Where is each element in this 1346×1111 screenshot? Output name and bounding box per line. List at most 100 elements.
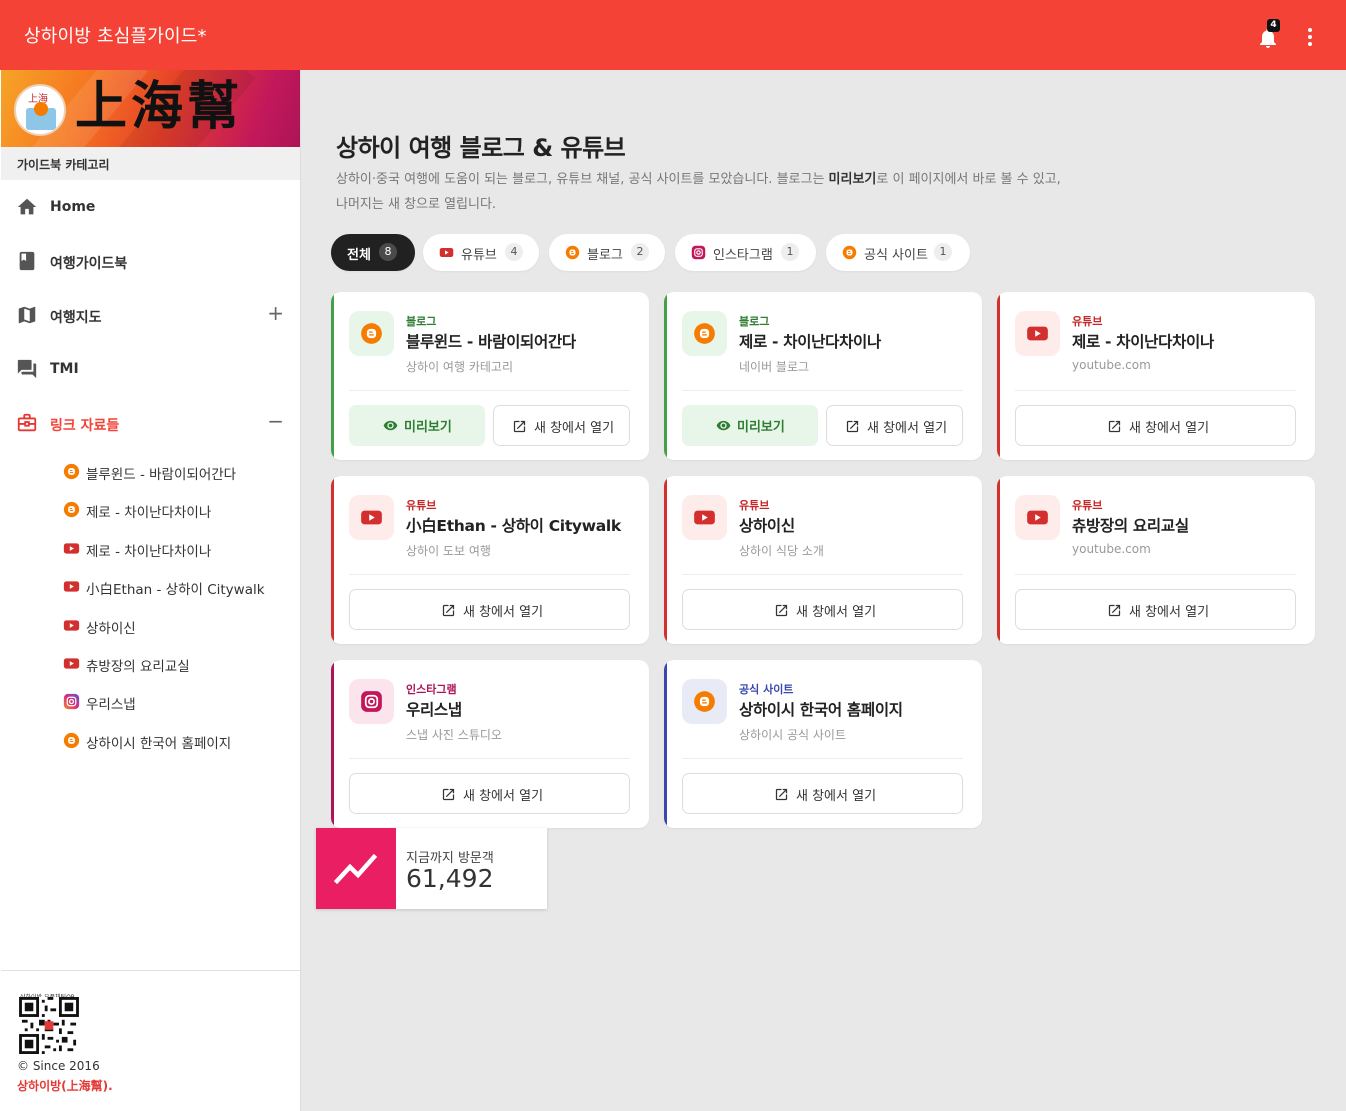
card-subtitle: youtube.com [1072,542,1151,556]
blogger-icon [63,732,80,748]
sidebar-link-zero-blog[interactable]: 제로 - 차이난다차이나 [0,490,300,528]
filter-count: 8 [379,243,397,261]
notification-badge: 4 [1267,19,1280,32]
youtube-icon [694,510,715,525]
category-header: 가이드북 카테고리 [1,147,300,180]
sidebar-item-tmi[interactable]: TMI [0,342,300,396]
brand-link[interactable]: 상하이방(上海幫). [17,1077,113,1094]
page-description: 상하이·중국 여행에 도움이 되는 블로그, 유튜브 채널, 공식 사이트를 모… [336,172,1061,212]
open-new-window-button[interactable]: 새 창에서 열기 [1015,405,1296,446]
open-new-window-button[interactable]: 새 창에서 열기 [1015,589,1296,630]
sidebar-item-home[interactable]: Home [0,180,300,234]
open-in-new-icon [846,420,859,433]
card-icon [1015,311,1060,356]
youtube-icon [63,543,80,554]
card-subtitle: 상하이 여행 카테고리 [406,360,513,374]
sidebar-link-woorisnap-instagram[interactable]: 우리스냅 [0,682,300,720]
expand-icon[interactable]: + [267,303,284,323]
filter-count: 1 [934,243,952,261]
sidebar-link-shanghai-official[interactable]: 상하이시 한국어 홈페이지 [0,721,300,759]
sidebar-item-links[interactable]: 링크 자료들 − [0,396,300,450]
sidebar-item-map[interactable]: 여행지도 + [0,288,300,342]
card-tag: 블로그 [406,315,437,328]
more-vert-icon [1308,28,1312,32]
eye-icon [383,420,398,431]
sidebar-link-ethan-youtube[interactable]: 小白Ethan - 상하이 Citywalk [0,567,300,605]
card-icon [349,311,394,356]
sidebar-link-shanghaishin-youtube[interactable]: 상하이신 [0,606,300,644]
app-title[interactable]: 상하이방 초심플가이드* [24,22,207,48]
collapse-icon[interactable]: − [267,411,284,431]
link-card-shanghai-official: 공식 사이트 상하이시 한국어 홈페이지 상하이시 공식 사이트 새 창에서 열… [664,660,982,828]
open-new-window-button[interactable]: 새 창에서 열기 [493,405,630,446]
card-title: 상하이신 [739,517,795,535]
card-title: 제로 - 차이난다차이나 [739,333,881,351]
eye-icon [716,420,731,431]
blogger-icon [694,323,715,344]
sidebar-item-guidebook[interactable]: 여행가이드북 [0,234,300,288]
instagram-icon [63,694,80,710]
card-icon [349,679,394,724]
blogger-icon [361,323,382,344]
brand-logo: 上海 [14,84,66,136]
sidebar-banner[interactable]: 上海 上海幫 [1,70,300,147]
card-subtitle: 네이버 블로그 [739,360,810,374]
main-content: 상하이 여행 블로그 & 유튜브 상하이·중국 여행에 도움이 되는 블로그, … [301,70,1346,1111]
more-menu-button[interactable] [1300,24,1320,48]
open-in-new-icon [1108,420,1121,433]
filter-chip-blog[interactable]: 블로그 2 [549,234,665,271]
card-tag: 블로그 [739,315,770,328]
open-new-window-button[interactable]: 새 창에서 열기 [682,773,963,814]
open-new-window-button[interactable]: 새 창에서 열기 [682,589,963,630]
open-new-window-button[interactable]: 새 창에서 열기 [349,589,630,630]
filter-count: 2 [631,243,649,261]
preview-keyword: 미리보기 [828,172,877,187]
sidebar-link-bluewind-blog[interactable]: 블루윈드 - 바람이되어간다 [0,452,300,490]
youtube-icon [1027,326,1048,341]
notifications-button[interactable]: 4 [1256,19,1280,50]
open-new-window-button[interactable]: 새 창에서 열기 [826,405,963,446]
youtube-icon [1027,510,1048,525]
link-card-ethan-youtube: 유튜브 小白Ethan - 상하이 Citywalk 상하이 도보 여행 새 창… [331,476,649,644]
open-new-window-button[interactable]: 새 창에서 열기 [349,773,630,814]
sidebar-link-cooking-youtube[interactable]: 츄방장의 요리교실 [0,644,300,682]
youtube-icon [63,581,80,592]
card-tag: 유튜브 [739,499,770,512]
link-card-bluewind-blog: 블로그 블루윈드 - 바람이되어간다 상하이 여행 카테고리 미리보기 새 창에… [331,292,649,460]
preview-button[interactable]: 미리보기 [682,405,818,446]
open-in-new-icon [775,788,788,801]
sidebar-link-zero-youtube[interactable]: 제로 - 차이난다차이나 [0,529,300,567]
link-list: 블루윈드 - 바람이되어간다 제로 - 차이난다차이나 제로 - 차이난다차이나… [0,452,300,759]
card-tag: 인스타그램 [406,683,457,696]
forum-icon [17,359,37,379]
qr-code[interactable] [19,997,79,1054]
open-in-new-icon [775,604,788,617]
sidebar-nav: Home 여행가이드북 여행지도 + TMI 링크 자료들 − [0,180,300,450]
filter-chip-all[interactable]: 전체 8 [331,234,415,271]
card-title: 小白Ethan - 상하이 Citywalk [406,517,621,535]
filter-chip-youtube[interactable]: 유튜브 4 [423,234,539,271]
youtube-icon [361,510,382,525]
filter-chip-instagram[interactable]: 인스타그램 1 [675,234,816,271]
blogger-icon [694,691,715,712]
visitor-counter: 지금까지 방문객 61,492 [316,828,547,909]
card-subtitle: 상하이 식당 소개 [739,544,824,558]
card-title: 제로 - 차이난다차이나 [1072,333,1214,351]
preview-button[interactable]: 미리보기 [349,405,485,446]
sidebar: 上海 上海幫 가이드북 카테고리 Home 여행가이드북 여행지도 + TMI … [0,70,301,1111]
youtube-icon [439,248,454,257]
card-subtitle: 상하이 도보 여행 [406,544,491,558]
sidebar-footer: 상하이방 오픈채팅QR © Since 2016 상하이방(上海幫). [1,970,300,1111]
youtube-icon [63,658,80,669]
book-icon [19,251,35,271]
link-card-zero-youtube: 유튜브 제로 - 차이난다차이나 youtube.com 새 창에서 열기 [997,292,1315,460]
instagram-icon [361,691,382,712]
blogger-icon [565,245,580,260]
card-icon [682,311,727,356]
card-title: 블루윈드 - 바람이되어간다 [406,333,576,351]
trending-up-icon [334,853,378,885]
card-tag: 유튜브 [406,499,437,512]
filter-chip-official[interactable]: 공식 사이트 1 [826,234,970,271]
open-in-new-icon [442,604,455,617]
link-card-zero-blog: 블로그 제로 - 차이난다차이나 네이버 블로그 미리보기 새 창에서 열기 [664,292,982,460]
